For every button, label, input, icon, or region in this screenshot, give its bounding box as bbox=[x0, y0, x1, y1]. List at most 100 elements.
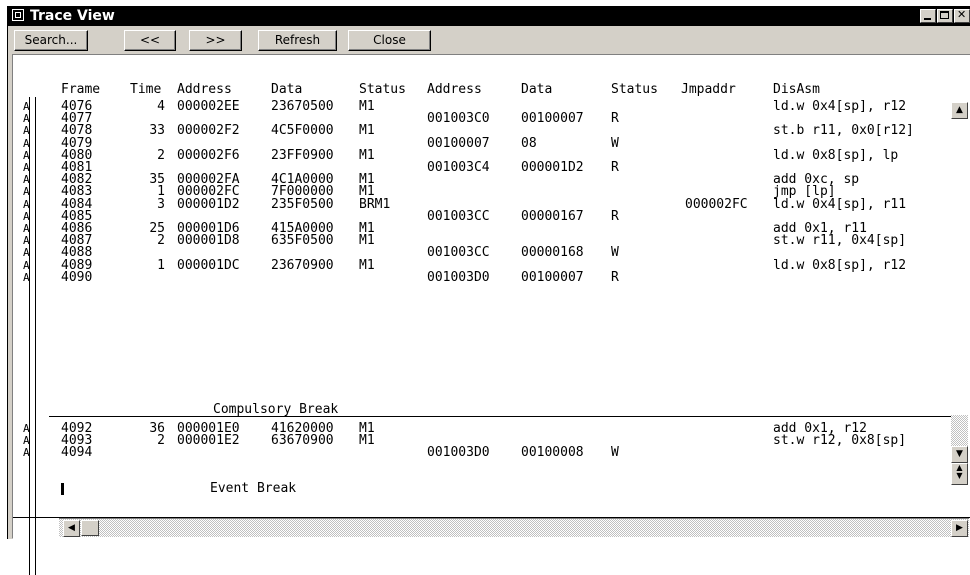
cell-time: 2 bbox=[157, 433, 165, 449]
row-marker: A bbox=[23, 234, 30, 248]
event-break-message: Event Break bbox=[210, 481, 297, 496]
column-header-data2[interactable]: Data bbox=[521, 83, 552, 97]
close-window-button[interactable] bbox=[954, 8, 970, 23]
row-marker: A bbox=[23, 246, 30, 260]
cell-address: 000002F6 bbox=[177, 147, 240, 163]
text-cursor bbox=[61, 483, 64, 495]
row-marker: A bbox=[23, 270, 30, 284]
cell-address: 000001D8 bbox=[177, 233, 240, 249]
scroll-left-icon[interactable]: ◀ bbox=[63, 520, 80, 537]
row-marker: A bbox=[23, 100, 30, 113]
column-header-status2[interactable]: Status bbox=[611, 83, 658, 97]
row-marker: A bbox=[23, 124, 30, 138]
row-marker: A bbox=[23, 185, 30, 199]
row-marker: A bbox=[23, 434, 30, 448]
cell-data: 23FF0900 bbox=[271, 147, 334, 163]
break-separator bbox=[49, 416, 953, 417]
horizontal-scroll-thumb[interactable] bbox=[81, 520, 99, 536]
cell-data2: 00100007 bbox=[521, 269, 584, 285]
scroll-down-icon[interactable]: ▼ bbox=[951, 446, 968, 463]
cell-data: 23670900 bbox=[271, 257, 334, 273]
cell-addr2: 001003C4 bbox=[427, 160, 490, 175]
refresh-button[interactable]: Refresh bbox=[258, 30, 337, 51]
cell-data: 63670900 bbox=[271, 433, 334, 449]
cell-status: BRM1 bbox=[359, 196, 391, 212]
maximize-button[interactable] bbox=[937, 9, 953, 23]
cell-frame: 4090 bbox=[61, 269, 93, 285]
cell-time: 2 bbox=[157, 147, 165, 163]
cell-data: 23670500 bbox=[271, 99, 334, 114]
column-header-data[interactable]: Data bbox=[271, 83, 302, 97]
cell-time: 1 bbox=[157, 257, 165, 273]
column-header-address[interactable]: Address bbox=[177, 83, 232, 97]
cell-disasm: st.w r11, 0x4[sp] bbox=[773, 233, 907, 249]
cell-data2: 00100007 bbox=[521, 111, 584, 127]
row-marker: A bbox=[23, 148, 30, 162]
cell-status: M1 bbox=[359, 233, 375, 249]
row-marker: A bbox=[23, 136, 30, 150]
scroll-page-icon[interactable]: ▲ ▼ bbox=[951, 463, 968, 485]
cell-data2: 00100008 bbox=[521, 445, 584, 461]
row-marker: A bbox=[23, 197, 30, 211]
cell-jmp: 000002FC bbox=[685, 196, 748, 212]
row-marker: A bbox=[23, 422, 30, 435]
cell-data2: 00000168 bbox=[521, 245, 584, 261]
row-marker: A bbox=[23, 446, 30, 460]
scroll-up-icon[interactable]: ▲ bbox=[951, 102, 968, 119]
cell-status2: R bbox=[611, 269, 619, 285]
cell-address: 000001E2 bbox=[177, 433, 240, 449]
cell-data: 4C5F0000 bbox=[271, 123, 334, 139]
cell-addr2: 001003D0 bbox=[427, 445, 490, 461]
cell-frame: 4094 bbox=[61, 445, 93, 461]
close-button[interactable]: Close bbox=[348, 30, 431, 51]
row-marker: A bbox=[23, 112, 30, 126]
cell-addr2: 001003CC bbox=[427, 208, 490, 224]
trace-view-window: Trace View Search... << >> Refresh Close… bbox=[7, 6, 970, 575]
cell-time: 33 bbox=[149, 123, 165, 139]
row-marker: A bbox=[23, 173, 30, 187]
cell-status2: R bbox=[611, 160, 619, 175]
window-menu-icon[interactable] bbox=[12, 9, 24, 21]
cell-status2: W bbox=[611, 445, 619, 461]
cell-disasm: ld.w 0x8[sp], r12 bbox=[773, 257, 907, 273]
minimize-button[interactable] bbox=[920, 9, 936, 23]
cell-status: M1 bbox=[359, 433, 375, 449]
column-header-jmpaddr[interactable]: Jmpaddr bbox=[681, 83, 736, 97]
cell-status: M1 bbox=[359, 257, 375, 273]
cell-status: M1 bbox=[359, 147, 375, 163]
cell-time: 2 bbox=[157, 233, 165, 249]
cell-disasm: ld.w 0x8[sp], lp bbox=[773, 147, 899, 163]
table-row[interactable]: A 4090 001003D0 00100007 R bbox=[13, 269, 953, 285]
table-row[interactable]: A 4094 001003D0 00100008 W bbox=[13, 445, 953, 461]
column-header-address2[interactable]: Address bbox=[427, 83, 482, 97]
column-header-frame[interactable]: Frame bbox=[61, 83, 100, 97]
column-header-time[interactable]: Time bbox=[130, 83, 161, 97]
trace-list[interactable]: Frame Time Address Data Status Address D… bbox=[12, 54, 970, 575]
horizontal-scrollbar-track[interactable] bbox=[59, 518, 969, 537]
cell-addr2: 001003D0 bbox=[427, 269, 490, 285]
cell-data2: 00000167 bbox=[521, 208, 584, 224]
cell-status2: R bbox=[611, 111, 619, 127]
cell-status2: W bbox=[611, 245, 619, 261]
cell-time: 4 bbox=[157, 99, 165, 114]
cell-disasm: ld.w 0x4[sp], r12 bbox=[773, 99, 907, 114]
row-marker: A bbox=[23, 161, 30, 174]
cell-time: 3 bbox=[157, 196, 165, 212]
title-bar[interactable]: Trace View bbox=[8, 6, 970, 26]
cell-data2: 000001D2 bbox=[521, 160, 584, 175]
row-marker: A bbox=[23, 258, 30, 272]
cell-status2: R bbox=[611, 208, 619, 224]
cell-disasm: ld.w 0x4[sp], r11 bbox=[773, 196, 907, 212]
search-button[interactable]: Search... bbox=[14, 30, 88, 51]
cell-disasm: st.b r11, 0x0[r12] bbox=[773, 123, 914, 139]
cell-address: 000002F2 bbox=[177, 123, 240, 139]
cell-addr2: 001003C0 bbox=[427, 111, 490, 127]
row-marker: A bbox=[23, 222, 30, 235]
cell-addr2: 001003CC bbox=[427, 245, 490, 261]
column-header-disasm[interactable]: DisAsm bbox=[773, 83, 820, 97]
column-header-status[interactable]: Status bbox=[359, 83, 406, 97]
previous-button[interactable]: << bbox=[124, 30, 176, 51]
scroll-right-icon[interactable]: ▶ bbox=[951, 520, 968, 537]
cell-data2: 08 bbox=[521, 135, 537, 151]
next-button[interactable]: >> bbox=[189, 30, 242, 51]
